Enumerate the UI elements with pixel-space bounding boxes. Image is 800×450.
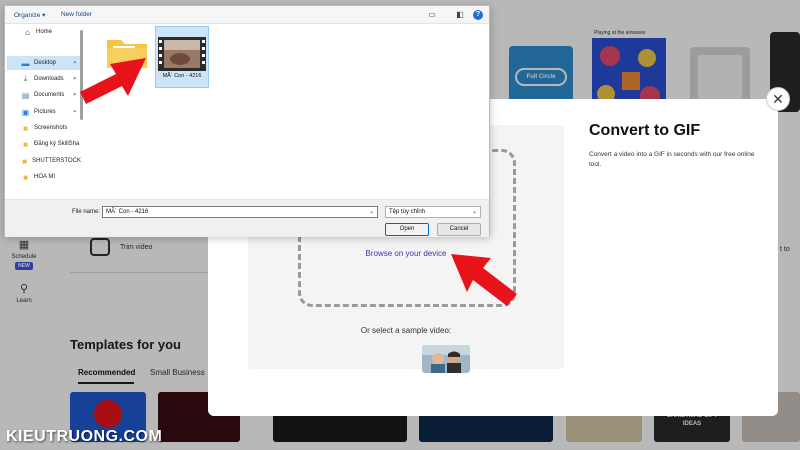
red-arrow-icon [80,58,146,104]
nav-item-downloads[interactable]: ⤓ Downloads ✦ [7,72,81,86]
nav-item-pictures[interactable]: ▣ Pictures ✦ [7,105,81,119]
organize-button[interactable]: Organize ▾ [14,11,45,19]
file-list: MÃ´ Con - 4216 [89,24,489,200]
nav-item-label: Pictures [34,109,56,115]
desktop-icon: ▬ [21,58,30,68]
nav-item-label: HOA MI [34,174,56,180]
sample-video-thumb[interactable] [422,345,470,373]
file-open-dialog: Organize ▾ New folder ▭ ◧ ? ⌂ Home ▬ Des… [4,5,490,237]
cancel-button[interactable]: Cancel [437,223,481,236]
pin-icon: ✦ [72,109,77,115]
filename-input[interactable]: MÃ´ Con - 4216 ⌄ [102,206,378,218]
navigation-pane: ⌂ Home ▬ Desktop ✦ ⤓ Downloads ✦ ▤ Docum… [5,24,83,200]
new-folder-button[interactable]: New folder [61,11,92,18]
folder-icon: ■ [22,156,27,166]
chevron-down-icon[interactable]: ⌄ [369,207,374,217]
nav-item-screenshots[interactable]: ■ Screenshots [7,121,81,135]
nav-item-documents[interactable]: ▤ Documents ✦ [7,88,81,102]
download-icon: ⤓ [23,74,28,83]
sample-video-image [422,345,470,373]
sample-video-label: Or select a sample video: [360,326,452,335]
modal-description: Convert a video into a GIF in seconds wi… [589,151,755,168]
nav-item-label: Desktop [34,60,57,66]
nav-item-label: Đăng ký SkillSha [34,141,80,147]
organize-label: Organize [14,12,41,19]
filename-value: MÃ´ Con - 4216 [106,209,149,215]
open-button[interactable]: Open [385,223,429,236]
close-icon[interactable]: ✕ [766,87,790,111]
folder-icon: ■ [23,139,28,149]
pin-icon: ✦ [72,92,77,98]
file-tile-video[interactable]: MÃ´ Con - 4216 [155,26,209,88]
watermark: KIEUTRUONG.COM [6,428,163,445]
nav-item-shutterstock[interactable]: ■ SHUTTERSTOCK [7,154,81,168]
preview-pane-icon[interactable]: ◧ [455,10,465,20]
nav-item-label: Home [36,29,53,35]
pin-icon: ✦ [72,60,77,66]
filename-label: File name: [72,209,101,215]
dialog-footer: File name: MÃ´ Con - 4216 ⌄ Tệp tùy chỉn… [5,199,489,237]
document-icon: ▤ [21,90,30,100]
nav-item-skillshare[interactable]: ■ Đăng ký SkillSha [7,137,81,151]
view-options-icon[interactable]: ▭ [427,10,437,20]
file-name: MÃ´ Con - 4216 [162,73,202,79]
red-arrow-icon [451,254,517,306]
nav-item-label: Documents [34,92,65,98]
dialog-toolbar: Organize ▾ New folder ▭ ◧ ? [5,6,489,24]
picture-icon: ▣ [21,107,30,117]
folder-icon: ■ [23,172,28,182]
nav-item-label: SHUTTERSTOCK [32,158,81,164]
chevron-down-icon: ⌄ [471,209,477,215]
folder-icon: ■ [23,123,28,133]
video-thumbnail-icon [158,37,206,71]
home-icon: ⌂ [25,27,30,37]
help-icon[interactable]: ? [473,10,483,20]
filetype-select[interactable]: Tệp tùy chỉnh ⌄ [385,206,481,218]
nav-item-hoa-mi[interactable]: ■ HOA MI [7,170,81,184]
filetype-value: Tệp tùy chỉnh [389,209,426,215]
nav-item-desktop[interactable]: ▬ Desktop ✦ [7,56,81,70]
nav-item-home[interactable]: ⌂ Home [7,25,81,39]
nav-item-label: Screenshots [34,125,68,131]
pin-icon: ✦ [72,76,77,82]
modal-title: Convert to GIF [589,122,701,139]
nav-item-label: Downloads [34,76,64,82]
